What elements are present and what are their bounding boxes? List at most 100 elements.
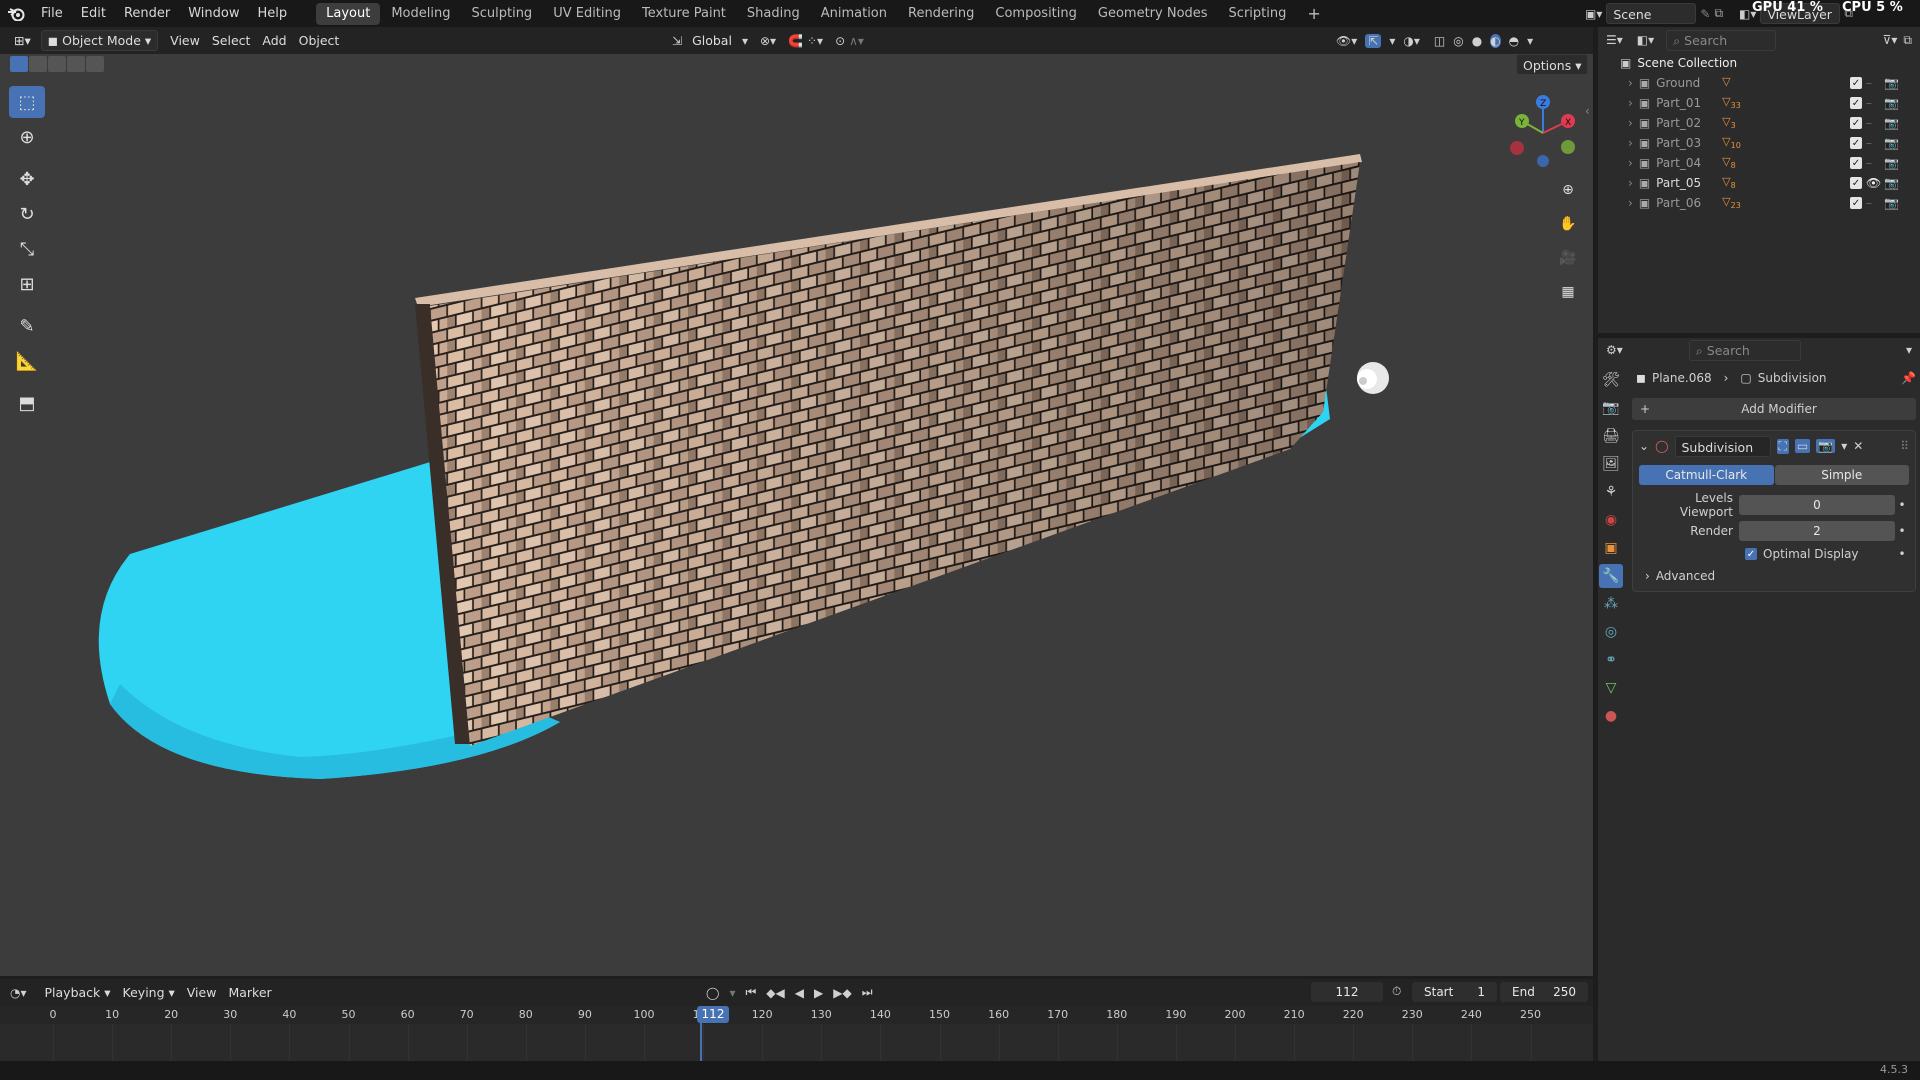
menu-add[interactable]: Add xyxy=(256,30,292,51)
start-frame-field[interactable]: Start 1 xyxy=(1412,982,1497,1002)
add-modifier-button[interactable]: + Add Modifier xyxy=(1632,398,1916,420)
drag-handle-icon[interactable]: ⠿ xyxy=(1900,439,1909,453)
edit-mode-toggle-icon[interactable]: ⛶ xyxy=(1776,438,1789,454)
expand-chevron-icon[interactable]: › xyxy=(1628,76,1633,90)
expand-chevron-icon[interactable]: › xyxy=(1628,136,1633,150)
optimal-display-checkbox[interactable]: ✓ xyxy=(1745,548,1757,560)
tab-scripting[interactable]: Scripting xyxy=(1219,3,1297,25)
close-icon[interactable]: ✕ xyxy=(1853,439,1863,453)
mode-selector[interactable]: ◼ Object Mode ▾ xyxy=(40,30,159,51)
editor-type-icon[interactable]: ☰▾ xyxy=(1606,33,1623,47)
scene-selector[interactable]: Scene xyxy=(1606,3,1697,24)
expand-chevron-icon[interactable]: › xyxy=(1628,176,1633,190)
menu-playback[interactable]: Playback ▾ xyxy=(39,982,117,1003)
playhead-frame-label[interactable]: 112 xyxy=(697,1006,729,1023)
outliner-item[interactable]: › ▣ Part_03 ▽10 ✓ – 📷 xyxy=(1598,133,1920,153)
play-reverse-icon[interactable]: ◀ xyxy=(795,986,804,1000)
hidden-eye-icon[interactable]: – xyxy=(1866,136,1872,150)
outliner-item[interactable]: › ▣ Part_06 ▽23 ✓ – 📷 xyxy=(1598,193,1920,213)
expand-chevron-icon[interactable]: › xyxy=(1628,196,1633,210)
particles-tab-icon[interactable]: ⁂ xyxy=(1599,592,1623,616)
visibility-icon[interactable]: 👁▾ xyxy=(1336,34,1357,48)
3d-viewport[interactable]: ⬚ ⊕ ✥ ↻ ⤡ ⊞ ✎ 📐 ⬒ Options ▾ Z X Y ⊕ ✋ 🎥 … xyxy=(0,54,1593,976)
menu-marker[interactable]: Marker xyxy=(222,982,277,1003)
options-button[interactable]: Options ▾ xyxy=(1516,54,1589,75)
exclude-checkbox[interactable]: ✓ xyxy=(1850,197,1862,209)
simple-option[interactable]: Simple xyxy=(1774,465,1909,485)
tab-rendering[interactable]: Rendering xyxy=(898,3,984,25)
editor-type-icon[interactable]: ⊞▾ xyxy=(8,30,37,51)
scene-icon[interactable]: ▣▾ xyxy=(1585,7,1602,21)
exclude-checkbox[interactable]: ✓ xyxy=(1850,117,1862,129)
render-toggle-icon[interactable]: 📷 xyxy=(1816,439,1836,453)
orientation-selector[interactable]: Global xyxy=(686,30,738,51)
pin-icon[interactable]: 📌 xyxy=(1901,371,1916,385)
snap-target-icon[interactable]: ⁘▾ xyxy=(807,34,823,48)
outliner-item[interactable]: › ▣ Part_05 ▽8 ✓ 👁 📷 xyxy=(1598,173,1920,193)
chevron-down-icon[interactable]: ▾ xyxy=(1906,343,1912,357)
menu-file[interactable]: File xyxy=(32,0,72,27)
menu-timeline-view[interactable]: View xyxy=(181,982,223,1003)
blender-logo-icon[interactable] xyxy=(0,7,32,21)
display-mode-icon[interactable]: ◧▾ xyxy=(1637,33,1654,47)
scene-collection-row[interactable]: ▣ Scene Collection xyxy=(1598,53,1920,73)
tab-shading[interactable]: Shading xyxy=(737,3,810,25)
hidden-eye-icon[interactable]: – xyxy=(1866,96,1872,110)
tab-texture-paint[interactable]: Texture Paint xyxy=(632,3,736,25)
physics-tab-icon[interactable]: ◎ xyxy=(1599,620,1623,644)
pan-hand-icon[interactable]: ✋ xyxy=(1556,212,1580,236)
exclude-checkbox[interactable]: ✓ xyxy=(1850,77,1862,89)
hidden-eye-icon[interactable]: – xyxy=(1866,116,1872,130)
timeline-ruler[interactable]: 0102030405060708090100110120130140150160… xyxy=(0,1006,1593,1024)
exclude-checkbox[interactable]: ✓ xyxy=(1850,97,1862,109)
pin-icon[interactable]: ✎ xyxy=(1700,7,1710,21)
menu-window[interactable]: Window xyxy=(179,0,248,27)
editor-type-icon[interactable]: ◔▾ xyxy=(10,986,27,1000)
outliner-search-input[interactable]: ⌕ Search xyxy=(1666,29,1777,51)
menu-object[interactable]: Object xyxy=(293,30,346,51)
outliner-item[interactable]: › ▣ Part_02 ▽3 ✓ – 📷 xyxy=(1598,113,1920,133)
new-collection-icon[interactable]: ⧉ xyxy=(1903,33,1912,48)
catmull-clark-option[interactable]: Catmull-Clark xyxy=(1639,465,1774,485)
modifier-name-field[interactable]: Subdivision xyxy=(1674,435,1771,457)
jump-start-icon[interactable]: ⏮ xyxy=(745,985,756,1000)
collapse-chevron-icon[interactable]: ⌄ xyxy=(1639,439,1649,453)
clock-icon[interactable]: ⏱ xyxy=(1392,984,1401,999)
menu-view[interactable]: View xyxy=(164,30,206,51)
camera-view-icon[interactable]: 🎥 xyxy=(1556,246,1580,270)
wireframe-shading-icon[interactable]: ◎ xyxy=(1453,34,1463,48)
expand-chevron-icon[interactable]: › xyxy=(1628,116,1633,130)
material-shading-icon[interactable]: ◐ xyxy=(1490,33,1501,48)
render-tab-icon[interactable]: 📷 xyxy=(1599,396,1623,420)
timeline[interactable]: 0102030405060708090100110120130140150160… xyxy=(0,1006,1593,1061)
tab-geometry-nodes[interactable]: Geometry Nodes xyxy=(1088,3,1218,25)
falloff-icon[interactable]: ∧▾ xyxy=(849,34,864,48)
render-levels-field[interactable]: 2 xyxy=(1739,521,1895,541)
filter-icon[interactable]: ⊽▾ xyxy=(1883,33,1898,47)
eye-icon[interactable]: 👁 xyxy=(1866,176,1881,190)
keyframe-dot-icon[interactable]: • xyxy=(1895,524,1909,538)
modifier-tab-icon[interactable]: 🔧 xyxy=(1599,564,1623,588)
tab-layout[interactable]: Layout xyxy=(316,2,381,25)
shading-options-icon[interactable]: ▾ xyxy=(1527,34,1533,48)
prev-keyframe-icon[interactable]: ◆◀ xyxy=(766,986,784,1000)
menu-help[interactable]: Help xyxy=(249,0,297,27)
camera-icon[interactable]: 📷 xyxy=(1884,76,1899,90)
data-tab-icon[interactable]: ▽ xyxy=(1599,676,1623,700)
hidden-eye-icon[interactable]: – xyxy=(1866,196,1872,210)
overlay-icon[interactable]: ◑▾ xyxy=(1403,34,1420,48)
jump-end-icon[interactable]: ⏭ xyxy=(862,985,873,1000)
navigation-gizmo[interactable]: Z X Y xyxy=(1500,90,1590,170)
viewport-toggle-icon[interactable]: ▭ xyxy=(1794,439,1811,453)
constraints-tab-icon[interactable]: ⚭ xyxy=(1599,648,1623,672)
levels-viewport-field[interactable]: 0 xyxy=(1739,495,1895,515)
advanced-subpanel[interactable]: › Advanced xyxy=(1639,569,1909,583)
exclude-checkbox[interactable]: ✓ xyxy=(1850,177,1862,189)
outliner-item[interactable]: › ▣ Part_01 ▽33 ✓ – 📷 xyxy=(1598,93,1920,113)
pivot-icon[interactable]: ⊗▾ xyxy=(760,34,776,48)
material-tab-icon[interactable]: ● xyxy=(1599,704,1623,728)
current-frame-field[interactable]: 112 xyxy=(1311,982,1383,1002)
menu-keying[interactable]: Keying ▾ xyxy=(117,982,181,1003)
outliner-item[interactable]: › ▣ Ground ▽ ✓ – 📷 xyxy=(1598,73,1920,93)
tab-compositing[interactable]: Compositing xyxy=(985,3,1087,25)
